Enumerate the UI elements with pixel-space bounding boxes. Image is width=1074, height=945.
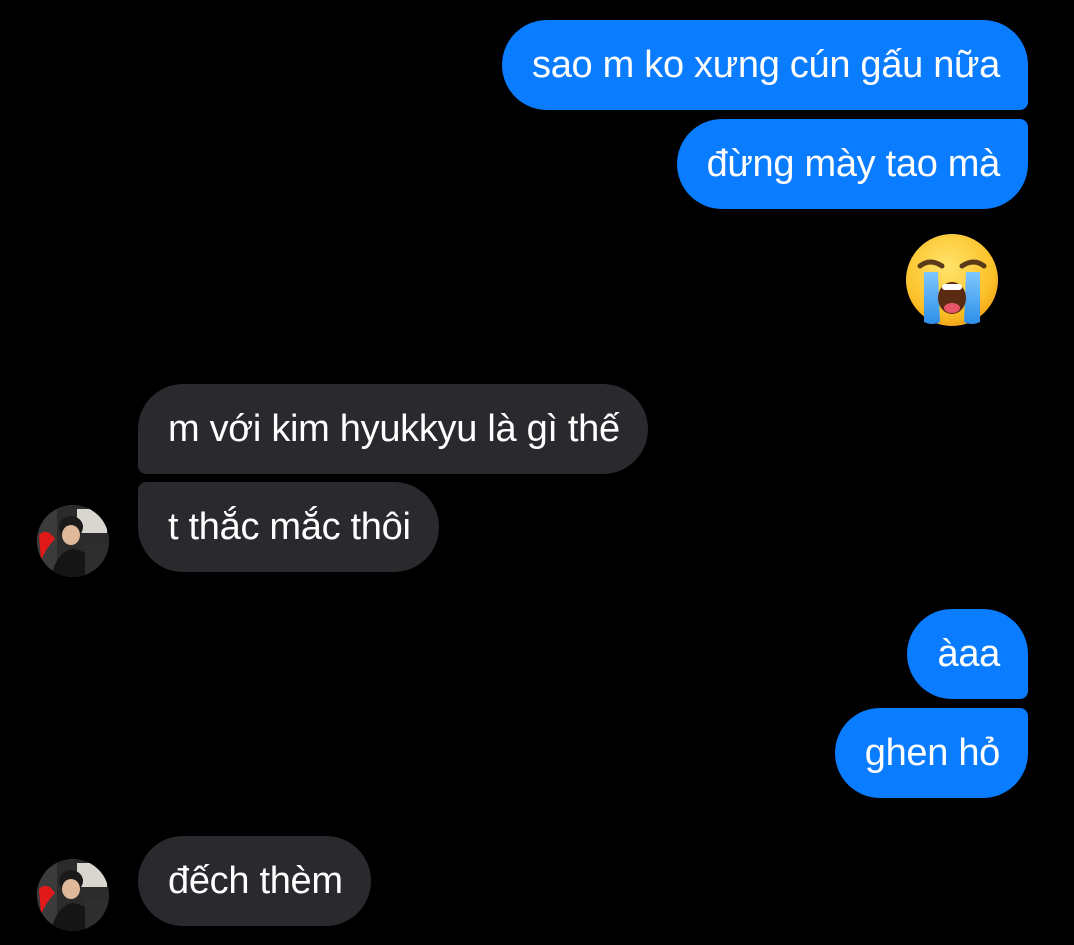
message-bubble-outgoing[interactable]: àaa <box>907 609 1028 699</box>
avatar-photo-icon <box>37 859 109 931</box>
avatar-photo-icon <box>37 505 109 577</box>
message-bubble-outgoing[interactable]: ghen hỏ <box>834 708 1028 798</box>
message-bubble-incoming[interactable]: t thắc mắc thôi <box>138 482 439 572</box>
message-bubble-incoming[interactable]: đếch thèm <box>138 836 371 926</box>
message-bubble-incoming[interactable]: m với kim hyukkyu là gì thế <box>138 384 648 474</box>
message-bubble-outgoing[interactable]: đừng mày tao mà <box>676 119 1028 209</box>
contact-avatar[interactable] <box>37 859 109 931</box>
loudly-crying-face-emoji-icon[interactable] <box>902 232 1002 328</box>
contact-avatar[interactable] <box>37 505 109 577</box>
message-bubble-outgoing[interactable]: sao m ko xưng cún gấu nữa <box>502 20 1028 110</box>
